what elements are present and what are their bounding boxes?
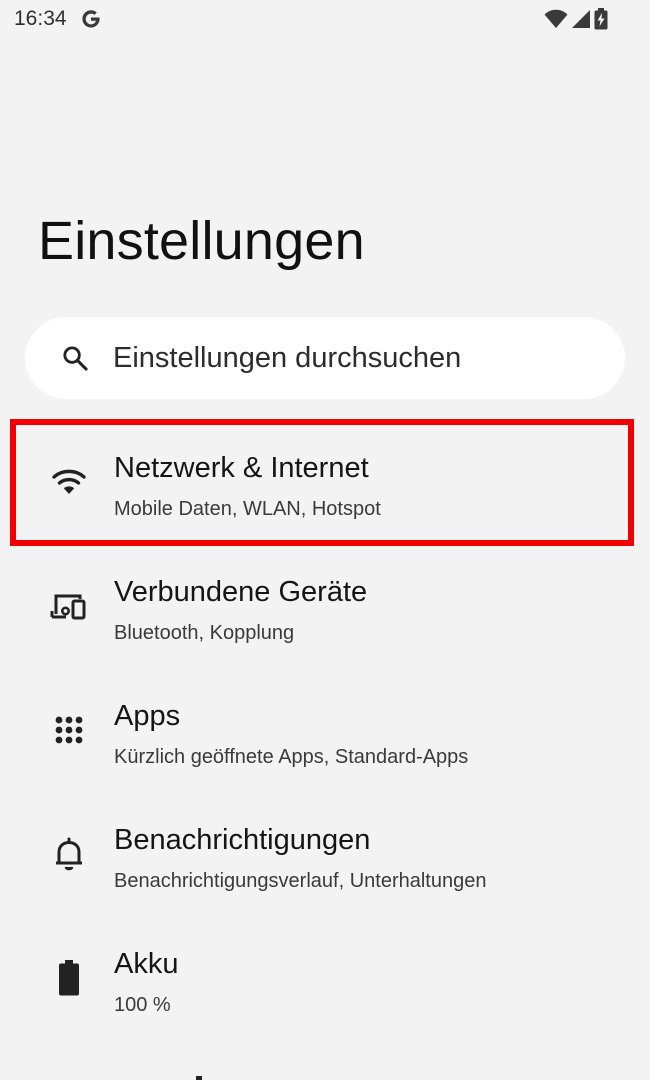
status-time: 16:34 (14, 7, 67, 30)
settings-item-apps[interactable]: Apps Kürzlich geöffnete Apps, Standard-A… (0, 670, 650, 794)
settings-item-title: Netzwerk & Internet (114, 452, 369, 484)
wifi-signal-icon (544, 9, 568, 34)
search-bar[interactable] (25, 317, 625, 399)
settings-item-subtitle: Benachrichtigungsverlauf, Unterhaltungen (114, 870, 487, 892)
wifi-icon (49, 462, 89, 502)
settings-item-connected-devices[interactable]: Verbundene Geräte Bluetooth, Kopplung (0, 546, 650, 670)
cellular-signal-icon (571, 9, 591, 34)
settings-item-network[interactable]: Netzwerk & Internet Mobile Daten, WLAN, … (0, 422, 650, 546)
settings-item-subtitle: Bluetooth, Kopplung (114, 622, 295, 644)
search-input[interactable] (113, 317, 603, 399)
status-bar: 16:34 (0, 0, 650, 40)
settings-item-title: Verbundene Geräte (114, 576, 368, 608)
apps-grid-icon (49, 710, 89, 750)
google-g-icon (80, 8, 102, 35)
settings-item-battery[interactable]: Akku 100 % (0, 918, 650, 1042)
settings-item-title: Apps (114, 700, 181, 732)
connected-devices-icon (49, 586, 89, 626)
settings-item-subtitle: Kürzlich geöffnete Apps, Standard-Apps (114, 746, 469, 768)
settings-item-title: Benachrichtigungen (114, 824, 371, 856)
settings-item-title: Akku (114, 948, 179, 980)
search-icon (61, 344, 89, 377)
settings-item-subtitle: Mobile Daten, WLAN, Hotspot (114, 498, 381, 520)
settings-item-notifications[interactable]: Benachrichtigungen Benachrichtigungsverl… (0, 794, 650, 918)
settings-item-subtitle: 100 % (114, 994, 171, 1016)
next-item-cutoff (196, 1076, 202, 1080)
page-title: Einstellungen (38, 211, 365, 271)
status-icons (544, 8, 608, 35)
battery-charging-icon (594, 8, 608, 35)
battery-icon (49, 958, 89, 998)
bell-icon (49, 834, 89, 874)
